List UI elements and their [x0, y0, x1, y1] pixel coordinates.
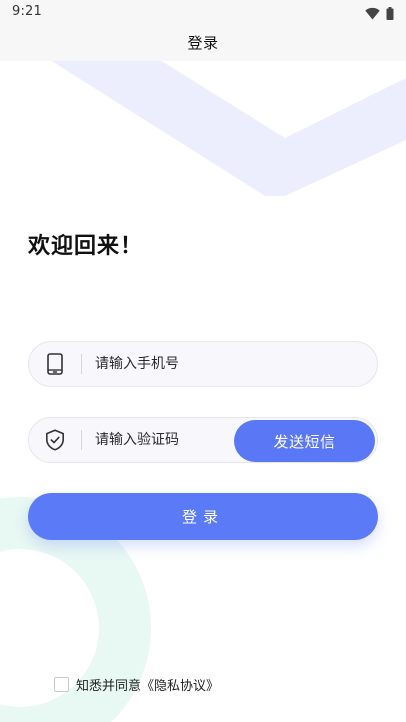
wifi-icon [365, 5, 380, 24]
phone-field[interactable] [28, 341, 378, 387]
send-sms-button[interactable]: 发送短信 [234, 420, 375, 462]
agree-checkbox[interactable] [54, 677, 69, 692]
code-field[interactable]: 发送短信 [28, 417, 378, 463]
agreement-text[interactable]: 知悉并同意《隐私协议》 [76, 675, 219, 694]
top-chevron-shape [50, 60, 406, 196]
shield-check-icon [29, 417, 81, 463]
battery-icon [386, 5, 394, 24]
status-bar: 9:21 [0, 0, 406, 24]
phone-icon [29, 341, 81, 387]
welcome-heading: 欢迎回来！ [28, 234, 144, 259]
page-title: 登录 [187, 34, 219, 52]
nav-bar: 登录 [0, 24, 406, 61]
phone-input[interactable] [95, 349, 377, 379]
field-divider [81, 430, 82, 450]
status-time: 9:21 [12, 4, 42, 19]
status-icons [365, 5, 394, 24]
login-button[interactable]: 登录 [28, 493, 378, 540]
field-divider [81, 354, 82, 374]
privacy-agreement: 知悉并同意《隐私协议》 [54, 675, 219, 694]
